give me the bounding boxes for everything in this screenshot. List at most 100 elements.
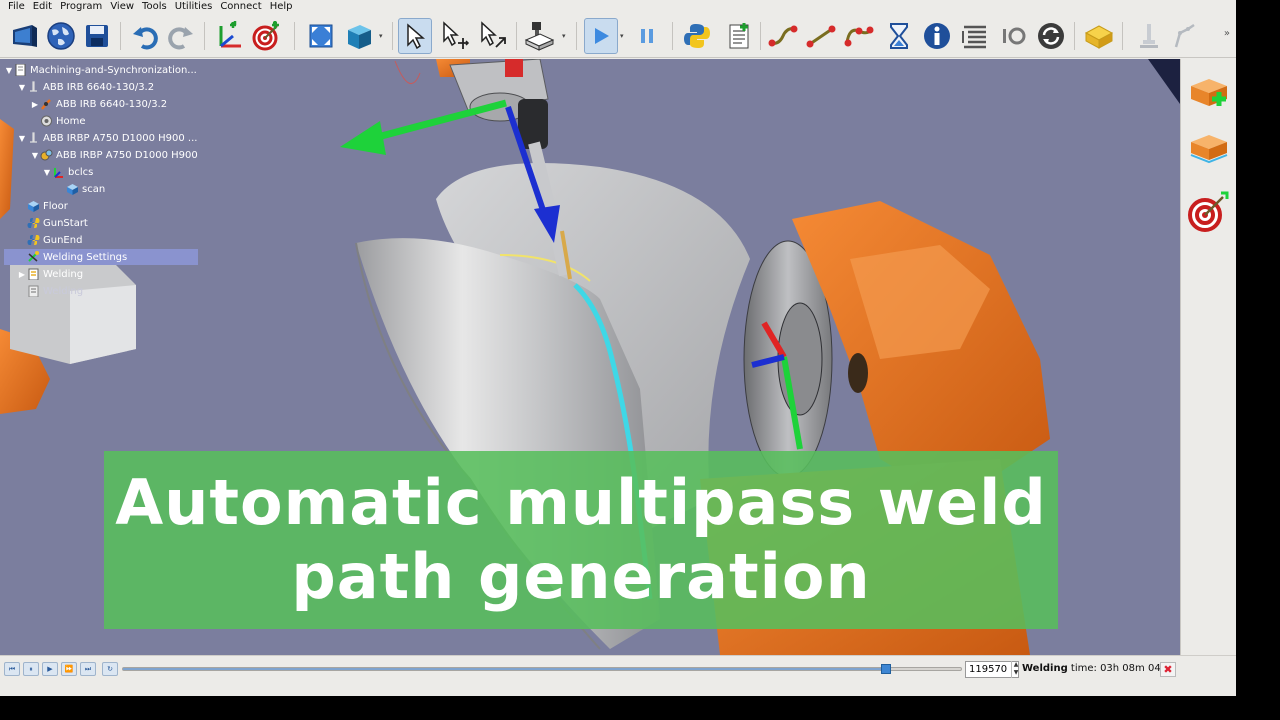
menu-program[interactable]: Program [56, 0, 106, 14]
tree-toggle-icon[interactable]: ▼ [4, 66, 14, 75]
calibration-button[interactable] [1168, 18, 1202, 54]
menu-view[interactable]: View [106, 0, 138, 14]
frame-spinner[interactable]: ▲ ▼ [1011, 661, 1020, 678]
tree-node-home[interactable]: Home [30, 113, 86, 129]
tree-node-station[interactable]: ▼ Machining-and-Synchronization... [4, 62, 197, 78]
cursor-move-icon [443, 21, 470, 49]
spin-down-icon[interactable]: ▼ [1014, 669, 1019, 676]
select-tool-button[interactable] [398, 18, 432, 54]
robot-panel-icon [524, 22, 555, 51]
add-target-button[interactable] [250, 18, 284, 54]
tree-node-gunend[interactable]: GunEnd [17, 232, 82, 248]
left-robot-part [0, 119, 14, 219]
add-reference-frame-button[interactable] [212, 18, 246, 54]
python-icon [27, 235, 40, 245]
add-tool-target-button[interactable] [1185, 187, 1233, 235]
add-linear-move-button[interactable] [804, 18, 838, 54]
pause-icon: ⏸ [29, 664, 33, 673]
tree-toggle-icon[interactable]: ▼ [17, 134, 27, 143]
menu-utilities[interactable]: Utilities [171, 0, 217, 14]
play-simulation-button[interactable]: ▶ [42, 662, 58, 676]
banner-title-line-2: path generation [291, 540, 871, 613]
add-joint-move-button[interactable] [766, 18, 800, 54]
go-to-end-button[interactable]: ⏭ [80, 662, 96, 676]
undo-button[interactable] [128, 18, 162, 54]
info-icon [924, 23, 950, 49]
slider-handle[interactable] [880, 664, 891, 674]
menu-connect[interactable]: Connect [216, 0, 265, 14]
tree-toggle-icon[interactable]: ▶ [17, 270, 27, 279]
tree-toggle-icon[interactable]: ▼ [17, 83, 27, 92]
robot-connect-icon [1140, 24, 1158, 48]
tree-node-welding-program[interactable]: ▶ Welding [17, 266, 83, 282]
run-program-button[interactable] [584, 18, 618, 54]
tree-node-welding-program-2[interactable]: Welding [17, 283, 83, 299]
redo-button[interactable] [164, 18, 198, 54]
menu-help[interactable]: Help [266, 0, 297, 14]
robot-panel-button[interactable] [522, 18, 556, 54]
move-tool-button[interactable] [476, 18, 510, 54]
machining-project-icon [1084, 25, 1114, 49]
tree-node-positioner[interactable]: ▼ ABB IRBP A750 D1000 H900 [30, 147, 198, 163]
tree-node-bclcs[interactable]: ▼ bclcs [42, 164, 93, 180]
fit-all-button[interactable] [304, 18, 338, 54]
move-reference-button[interactable] [438, 18, 472, 54]
loop-icon: ↻ [107, 665, 113, 673]
menu-tools[interactable]: Tools [138, 0, 171, 14]
pause-button[interactable] [630, 18, 664, 54]
tree-node-label: Floor [43, 200, 68, 212]
weld-settings-icon [28, 251, 39, 262]
add-program-button[interactable] [722, 18, 756, 54]
tree-node-scan[interactable]: scan [56, 181, 105, 197]
cube-view-icon [348, 25, 371, 49]
add-message-button[interactable] [920, 18, 954, 54]
add-circular-move-button[interactable] [842, 18, 876, 54]
skip-end-icon: ⏭ [84, 664, 92, 673]
add-machining-project-button[interactable] [1082, 18, 1116, 54]
new-station-button[interactable] [8, 18, 42, 54]
menu-file[interactable]: File [4, 0, 29, 14]
fast-forward-button[interactable]: ⏩ [61, 662, 77, 676]
play-icon [595, 28, 609, 44]
go-to-start-button[interactable]: ⏮ [4, 662, 20, 676]
tree-node-welding-settings[interactable]: Welding Settings [4, 249, 198, 265]
3d-viewport[interactable]: ▼ Machining-and-Synchronization... ▼ ABB… [0, 59, 1180, 655]
tree-toggle-icon[interactable]: ▶ [30, 100, 40, 109]
stop-simulation-button[interactable]: ✖ [1160, 662, 1176, 677]
synchronize-button[interactable] [1034, 18, 1068, 54]
toolbar-overflow-icon[interactable]: » [1224, 28, 1230, 39]
tree-toggle-icon[interactable]: ▼ [42, 168, 52, 177]
robot-icon [41, 99, 51, 110]
tree-node-floor[interactable]: Floor [17, 198, 68, 214]
open-library-button[interactable] [44, 18, 78, 54]
redo-icon [168, 27, 193, 50]
tree-node-robot-base[interactable]: ▼ ABB IRB 6640-130/3.2 [17, 79, 154, 95]
add-python-program-button[interactable] [680, 18, 714, 54]
tree-node-label: ABB IRBP A750 D1000 H900 ... [43, 132, 198, 144]
tree-node-label: bclcs [68, 166, 94, 178]
pause-simulation-button[interactable]: ⏸ [23, 662, 39, 676]
add-surface-button[interactable] [1185, 123, 1233, 171]
spin-up-icon[interactable]: ▲ [1014, 661, 1019, 668]
fit-all-icon [309, 24, 333, 48]
save-button[interactable] [80, 18, 114, 54]
python-icon [27, 218, 40, 228]
add-pause-button[interactable] [882, 18, 916, 54]
pause-icon [641, 29, 653, 43]
view-cube-button[interactable] [342, 18, 376, 54]
add-program-call-button[interactable] [958, 18, 992, 54]
menu-edit[interactable]: Edit [29, 0, 56, 14]
simulation-slider[interactable] [122, 664, 962, 674]
tree-toggle-icon[interactable]: ▼ [30, 151, 40, 160]
tree-node-robot[interactable]: ▶ ABB IRB 6640-130/3.2 [30, 96, 167, 112]
tree-node-gunstart[interactable]: GunStart [17, 215, 88, 231]
object-icon [28, 201, 39, 212]
loop-button[interactable]: ↻ [102, 662, 118, 676]
connect-robot-button[interactable] [1132, 18, 1166, 54]
add-object-button[interactable] [1185, 67, 1233, 115]
target-icon [41, 115, 52, 127]
tree-node-positioner-base[interactable]: ▼ ABB IRBP A750 D1000 H900 ... [17, 130, 197, 146]
save-icon [86, 25, 108, 47]
tree-node-label: ABB IRBP A750 D1000 H900 [56, 149, 198, 161]
set-io-button[interactable] [996, 18, 1030, 54]
